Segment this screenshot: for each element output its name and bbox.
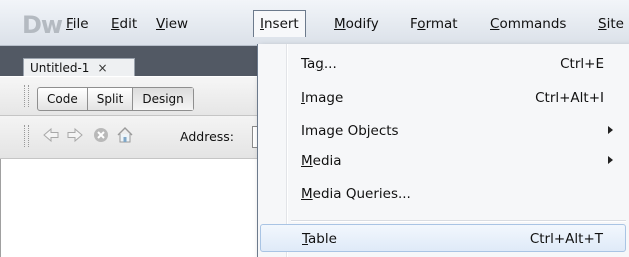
toolbar-grip[interactable] [24,125,29,147]
back-arrow-icon[interactable] [42,126,60,144]
menu-item-shortcut: Ctrl+Alt+T [529,231,603,247]
menu-item-label: Image [301,90,344,106]
menu-edit[interactable]: Edit [105,11,143,37]
menu-separator [291,220,626,222]
insert-menu-dropdown: Tag... Ctrl+E Image Ctrl+Alt+I Image Obj… [257,44,629,257]
menu-format[interactable]: Format [404,11,464,37]
menu-bar: Dw File Edit View Insert Modify Format C… [0,0,629,46]
code-view-button[interactable]: Code [38,88,88,110]
menu-item-image[interactable]: Image Ctrl+Alt+I [260,84,626,112]
dreamweaver-window: Dw File Edit View Insert Modify Format C… [0,0,629,257]
menu-item-image-objects[interactable]: Image Objects [260,117,626,145]
menu-file[interactable]: File [60,11,95,37]
toolbar-grip[interactable] [24,85,29,107]
menu-commands[interactable]: Commands [484,11,572,37]
menu-site[interactable]: Site [592,11,629,37]
menu-item-tag[interactable]: Tag... Ctrl+E [260,50,626,78]
view-mode-group: Code Split Design [37,87,194,111]
menu-item-label: Tag... [301,56,337,72]
menu-item-label: Image Objects [301,123,399,139]
menu-item-shortcut: Ctrl+Alt+I [535,90,604,106]
menu-item-label: Media [301,153,342,169]
document-tab[interactable]: Untitled-1 × [23,58,135,76]
split-view-button[interactable]: Split [88,88,134,110]
home-icon[interactable] [116,126,134,144]
menu-item-media[interactable]: Media [260,147,626,175]
menu-item-label: Table [302,231,337,247]
submenu-arrow-icon [608,126,613,134]
menu-modify[interactable]: Modify [328,11,385,37]
dw-logo: Dw [22,11,63,39]
stop-icon[interactable] [92,126,110,144]
address-label: Address: [180,129,234,144]
design-view-button[interactable]: Design [133,88,193,110]
menu-item-label: Media Queries... [301,186,411,202]
submenu-arrow-icon [608,156,613,164]
menu-insert[interactable]: Insert [253,10,306,37]
menu-view[interactable]: View [150,11,194,37]
close-icon[interactable]: × [97,61,107,75]
menu-item-shortcut: Ctrl+E [560,56,604,72]
forward-arrow-icon[interactable] [66,126,84,144]
menu-item-media-queries[interactable]: Media Queries... [260,180,626,208]
menu-item-table[interactable]: Table Ctrl+Alt+T [260,224,626,252]
document-tab-title: Untitled-1 [30,61,90,75]
